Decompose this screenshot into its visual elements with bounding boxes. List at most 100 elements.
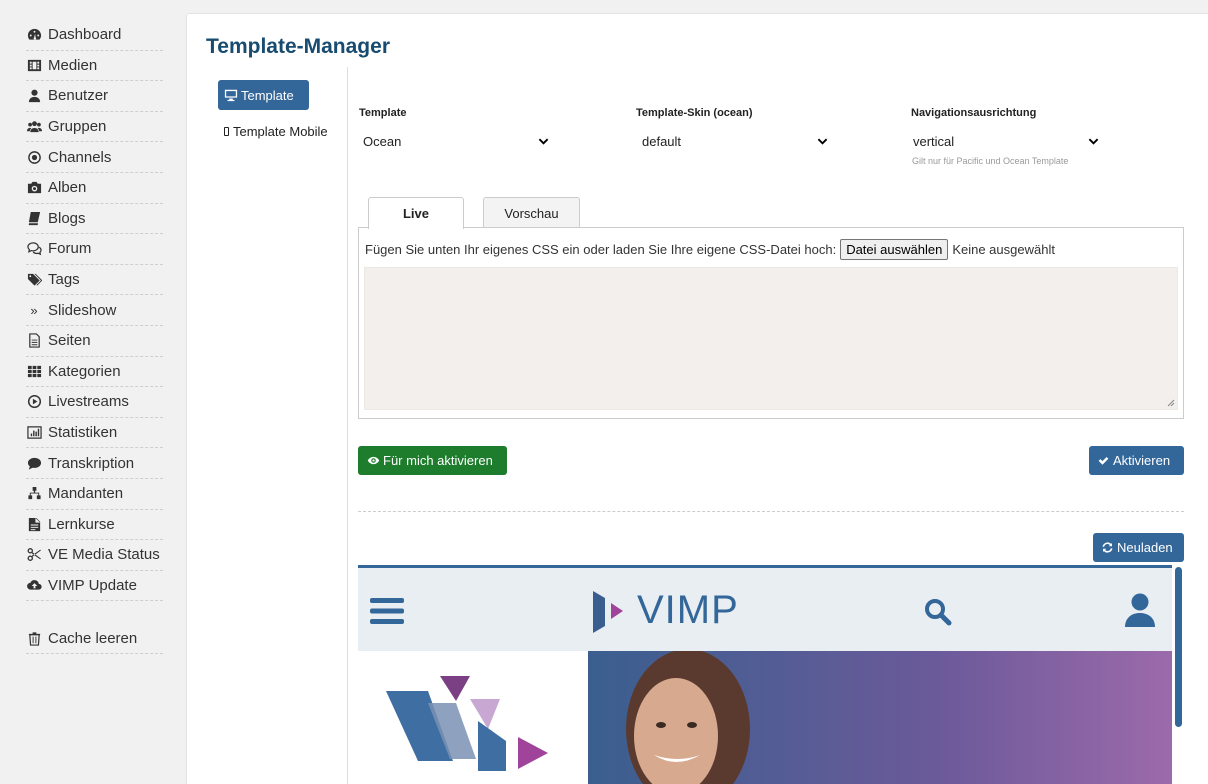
skin-select-value: default xyxy=(642,133,682,149)
sidebar-item-channels[interactable]: Channels xyxy=(26,142,163,173)
chevron-down-icon xyxy=(817,138,828,145)
activate-button[interactable]: Aktivieren xyxy=(1089,446,1184,475)
file-status: Keine ausgewählt xyxy=(952,242,1055,257)
sidebar-item-label: Gruppen xyxy=(48,118,107,136)
skin-label: Template-Skin (ocean) xyxy=(636,107,753,119)
user-icon xyxy=(26,88,42,104)
sidebar-item-benutzer[interactable]: Benutzer xyxy=(26,81,163,112)
double-chevron-icon: » xyxy=(30,302,38,318)
tab-live[interactable]: Live xyxy=(368,197,464,229)
sidebar-item-label: VIMP Update xyxy=(48,576,137,594)
cache-clear-button[interactable]: Cache leeren xyxy=(26,623,163,654)
sidebar-item-label: Seiten xyxy=(48,332,91,350)
subnav-template-mobile[interactable]: Template Mobile xyxy=(224,124,328,139)
main-panel: Template-Manager Template Template Mobil… xyxy=(186,13,1208,784)
activate-for-me-button[interactable]: Für mich aktivieren xyxy=(358,446,507,475)
nav-orientation-value: vertical xyxy=(913,133,955,149)
sidebar-item-label: VE Media Status xyxy=(48,546,160,564)
sidebar-item-label: Channels xyxy=(48,148,112,166)
preview-header: VIMP xyxy=(358,568,1172,651)
sidebar-item-lernkurse[interactable]: Lernkurse xyxy=(26,510,163,541)
sidebar-item-transkription[interactable]: Transkription xyxy=(26,448,163,479)
activate-label: Aktivieren xyxy=(1113,453,1171,468)
nav-orientation-help: Gilt nur für Pacific und Ocean Template xyxy=(912,156,1069,166)
sidebar-item-label: Livestreams xyxy=(48,393,129,411)
sidebar-item-label: Benutzer xyxy=(48,87,109,105)
activate-for-me-label: Für mich aktivieren xyxy=(383,453,493,468)
sidebar-item-label: Transkription xyxy=(48,454,135,472)
css-instruction: Fügen Sie unten Ihr eigenes CSS ein oder… xyxy=(365,242,837,257)
sidebar-item-seiten[interactable]: Seiten xyxy=(26,326,163,357)
sidebar-item-forum[interactable]: Forum xyxy=(26,234,163,265)
sidebar: Dashboard Medien Benutzer Gruppen Channe… xyxy=(0,0,175,784)
channel-icon xyxy=(26,149,42,165)
nav-orientation-select[interactable]: vertical xyxy=(909,129,1103,153)
refresh-icon xyxy=(1102,542,1113,553)
preview-scrollbar[interactable] xyxy=(1172,565,1184,784)
sidebar-item-medien[interactable]: Medien xyxy=(26,51,163,82)
tab-preview[interactable]: Vorschau xyxy=(483,197,580,228)
film-icon xyxy=(26,57,42,73)
hero-image xyxy=(358,649,1172,784)
sidebar-item-label: Lernkurse xyxy=(48,515,115,533)
template-select[interactable]: Ocean xyxy=(359,129,553,153)
reload-button[interactable]: Neuladen xyxy=(1093,533,1184,562)
preview-user-icon xyxy=(1125,593,1155,627)
check-icon xyxy=(1098,457,1109,465)
sidebar-item-ve-media-status[interactable]: VE Media Status xyxy=(26,540,163,571)
sidebar-item-label: Statistiken xyxy=(48,424,118,442)
css-upload-row: Fügen Sie unten Ihr eigenes CSS ein oder… xyxy=(365,239,1055,260)
sidebar-item-kategorien[interactable]: Kategorien xyxy=(26,357,163,388)
eye-icon xyxy=(367,456,380,465)
sitemap-icon xyxy=(26,486,42,502)
template-preview: VIMP xyxy=(358,565,1184,784)
divider xyxy=(347,67,348,784)
resize-grip-icon[interactable] xyxy=(1167,399,1175,407)
mobile-icon xyxy=(224,127,229,136)
grid-icon xyxy=(26,363,42,379)
sidebar-item-livestreams[interactable]: Livestreams xyxy=(26,387,163,418)
subnav-template[interactable]: Template xyxy=(218,80,309,110)
chart-icon xyxy=(26,425,42,441)
sidebar-item-alben[interactable]: Alben xyxy=(26,173,163,204)
vimp-logo-icon xyxy=(593,590,623,633)
sidebar-item-blogs[interactable]: Blogs xyxy=(26,204,163,235)
chevron-down-icon xyxy=(538,138,549,145)
template-select-value: Ocean xyxy=(363,133,402,149)
file-choose-button[interactable]: Datei auswählen xyxy=(840,239,949,260)
sidebar-item-vimp-update[interactable]: VIMP Update xyxy=(26,571,163,602)
sidebar-item-label: Dashboard xyxy=(48,26,122,44)
book-icon xyxy=(26,210,42,226)
subnav-template-mobile-label: Template Mobile xyxy=(233,124,328,139)
reload-label: Neuladen xyxy=(1117,540,1173,555)
sidebar-item-statistiken[interactable]: Statistiken xyxy=(26,418,163,449)
preview-logo-text: VIMP xyxy=(637,588,739,632)
users-icon xyxy=(26,119,42,135)
separator xyxy=(358,511,1184,512)
css-textarea[interactable] xyxy=(364,267,1178,410)
scissors-icon xyxy=(26,547,42,563)
subnav-template-label: Template xyxy=(241,87,294,103)
speech-bubble-icon xyxy=(26,455,42,471)
sidebar-item-gruppen[interactable]: Gruppen xyxy=(26,112,163,143)
comments-icon xyxy=(26,241,42,257)
sidebar-item-label: Tags xyxy=(48,271,80,289)
document-icon xyxy=(26,516,42,532)
hamburger-menu-icon xyxy=(370,598,404,624)
tab-content: Fügen Sie unten Ihr eigenes CSS ein oder… xyxy=(358,227,1184,419)
sidebar-item-label: Slideshow xyxy=(48,301,117,319)
sidebar-item-dashboard[interactable]: Dashboard xyxy=(26,20,163,51)
chevron-down-icon xyxy=(1088,138,1099,145)
sidebar-item-label: Alben xyxy=(48,179,87,197)
camera-icon xyxy=(26,180,42,196)
preview-logo: VIMP xyxy=(593,588,739,633)
monitor-icon xyxy=(224,89,238,102)
skin-select[interactable]: default xyxy=(638,129,832,153)
preview-scrollbar-thumb[interactable] xyxy=(1175,567,1182,727)
cache-clear-label: Cache leeren xyxy=(48,629,138,647)
sidebar-item-slideshow[interactable]: » Slideshow xyxy=(26,295,163,326)
sidebar-item-label: Medien xyxy=(48,56,98,74)
sidebar-item-label: Mandanten xyxy=(48,485,124,503)
sidebar-item-tags[interactable]: Tags xyxy=(26,265,163,296)
sidebar-item-mandanten[interactable]: Mandanten xyxy=(26,479,163,510)
